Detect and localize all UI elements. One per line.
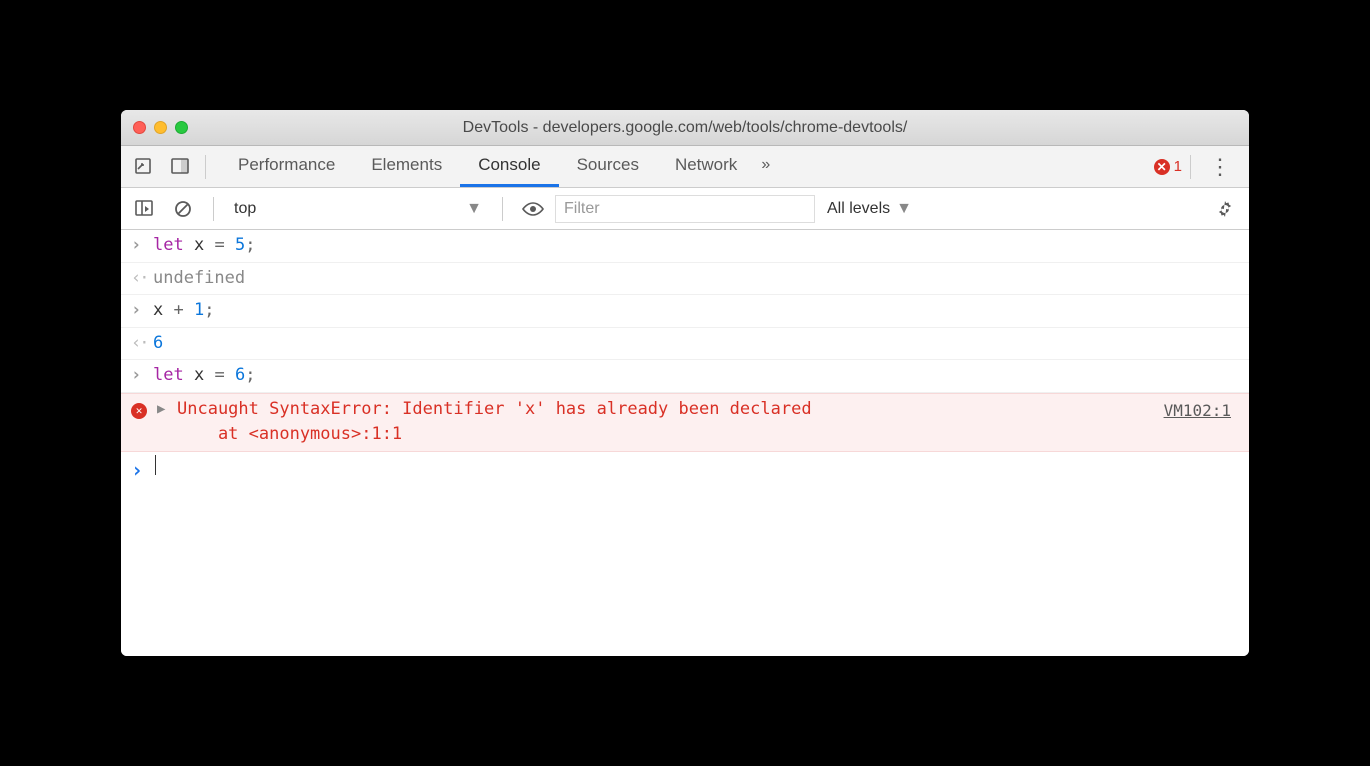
device-toolbar-icon[interactable] [129,151,161,183]
context-label: top [234,200,256,218]
zoom-button[interactable] [175,121,188,134]
panel-tabs: Performance Elements Console Sources Net… [220,146,776,187]
output-marker-icon [131,266,153,292]
error-message: Uncaught SyntaxError: Identifier 'x' has… [177,397,1164,448]
tab-more[interactable]: » [755,146,776,187]
window-title: DevTools - developers.google.com/web/too… [121,119,1249,137]
titlebar: DevTools - developers.google.com/web/too… [121,110,1249,146]
divider [502,197,503,221]
devtools-window: DevTools - developers.google.com/web/too… [121,110,1249,656]
console-error-row[interactable]: ✕ ▶ Uncaught SyntaxError: Identifier 'x'… [121,393,1249,452]
sidebar-toggle-icon[interactable] [129,193,161,225]
input-marker-icon [131,363,153,389]
console-input-row[interactable]: let x = 5; [121,230,1249,263]
console-line-content: undefined [153,266,1239,292]
tabbar-left-tools [129,151,197,183]
error-count-badge[interactable]: ✕ 1 [1154,158,1182,175]
settings-icon[interactable] [1209,193,1241,225]
error-count: 1 [1174,158,1182,175]
close-button[interactable] [133,121,146,134]
console-output-row[interactable]: 6 [121,328,1249,361]
chevron-down-icon: ▼ [466,200,482,218]
console-line-content: let x = 5; [153,233,1239,259]
console-prompt[interactable] [121,452,1249,489]
main-tabbar: Performance Elements Console Sources Net… [121,146,1249,188]
tab-performance[interactable]: Performance [220,146,353,187]
traffic-lights [133,121,188,134]
chevron-down-icon: ▼ [896,200,912,218]
context-selector[interactable]: top ▼ [228,195,488,223]
tab-sources[interactable]: Sources [559,146,657,187]
kebab-menu-icon[interactable]: ⋮ [1199,154,1241,180]
console-input-row[interactable]: let x = 6; [121,360,1249,393]
filter-input[interactable] [555,195,815,223]
dock-icon[interactable] [165,151,197,183]
error-icon: ✕ [131,397,153,423]
console-line-content: 6 [153,331,1239,357]
clear-console-icon[interactable] [167,193,199,225]
levels-selector[interactable]: All levels ▼ [821,200,918,218]
console-output-row[interactable]: undefined [121,263,1249,296]
tab-elements[interactable]: Elements [353,146,460,187]
prompt-input[interactable] [153,455,1239,481]
expand-icon[interactable]: ▶ [157,399,173,420]
input-marker-icon [131,233,153,259]
console-line-content: let x = 6; [153,363,1239,389]
divider [205,155,206,179]
tab-network[interactable]: Network [657,146,755,187]
output-marker-icon [131,331,153,357]
minimize-button[interactable] [154,121,167,134]
divider [1190,155,1191,179]
error-icon: ✕ [1154,159,1170,175]
divider [213,197,214,221]
error-source-link[interactable]: VM102:1 [1164,399,1239,423]
console-toolbar: top ▼ All levels ▼ [121,188,1249,230]
console-output[interactable]: let x = 5; undefined x + 1; 6 let x = 6; ✕ ▶… [121,230,1249,656]
tab-console[interactable]: Console [460,146,558,187]
input-marker-icon [131,298,153,324]
prompt-icon [131,455,153,486]
live-expression-icon[interactable] [517,193,549,225]
console-line-content: x + 1; [153,298,1239,324]
levels-label: All levels [827,200,890,218]
console-input-row[interactable]: x + 1; [121,295,1249,328]
